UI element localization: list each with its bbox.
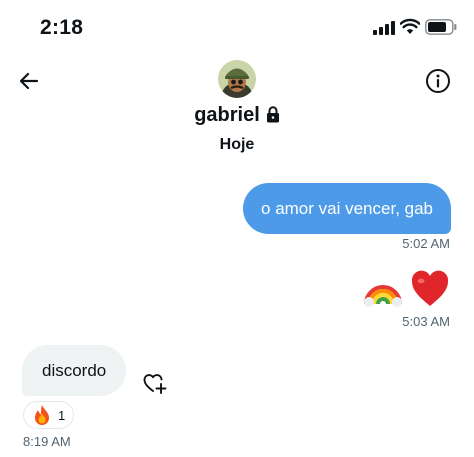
status-bar: 2:18 <box>0 0 474 56</box>
message-bubble-outgoing[interactable]: o amor vai vencer, gab <box>243 183 451 234</box>
profile-name-row[interactable]: gabriel <box>0 104 474 127</box>
reaction-count: 1 <box>58 407 66 423</box>
arrow-left-icon <box>19 72 39 90</box>
avatar[interactable] <box>218 60 256 98</box>
info-button[interactable] <box>423 66 453 96</box>
status-time: 2:18 <box>40 16 84 39</box>
message-timestamp: 5:02 AM <box>402 236 450 251</box>
wifi-icon <box>400 18 420 34</box>
date-label: Hoje <box>219 136 255 153</box>
reaction-badge[interactable]: 1 <box>23 401 75 429</box>
rainbow-emoji <box>364 285 402 307</box>
profile-name: gabriel <box>194 104 260 126</box>
message-timestamp: 5:03 AM <box>402 314 450 329</box>
back-button[interactable] <box>14 66 44 96</box>
fire-emoji <box>35 405 49 425</box>
message-bubble-incoming[interactable]: discordo <box>22 345 127 396</box>
signal-icon <box>373 21 395 35</box>
add-reaction-button[interactable] <box>142 370 168 396</box>
heart-plus-icon <box>143 374 167 394</box>
message-emoji-outgoing[interactable] <box>362 268 450 310</box>
lock-icon <box>266 106 279 123</box>
battery-icon <box>425 19 457 35</box>
info-icon <box>426 69 450 93</box>
message-timestamp: 8:19 AM <box>23 434 71 449</box>
heart-emoji <box>411 270 449 306</box>
